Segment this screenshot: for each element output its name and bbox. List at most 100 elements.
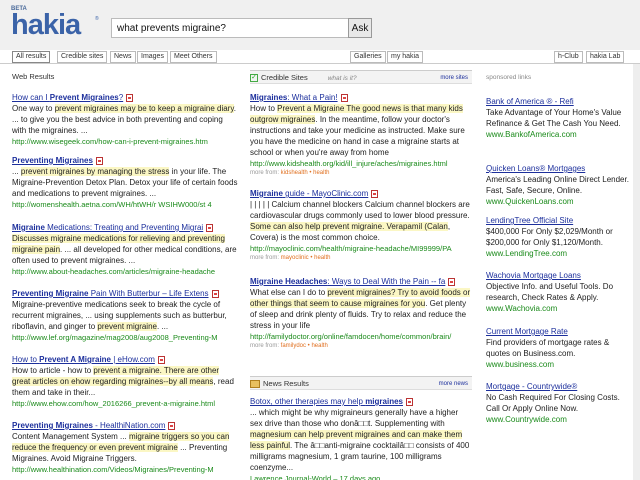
result-snippet: How to Prevent a Migraine The good news … [250,104,465,157]
more-news-link[interactable]: more news [439,377,468,389]
result-snippet: | | | | | Calcium channel blockers Calci… [250,200,470,242]
result-title-link[interactable]: Migraines: What a Pain! [250,92,472,103]
result-title-link[interactable]: Migraine Headaches: Ways to Deal With th… [250,276,472,287]
ad-text: Objective Info. and Useful Tools. Do res… [486,282,614,302]
more-from-site-link[interactable]: mayoclinic • health [281,255,331,261]
result-item: Botox, other therapies may help migraine… [250,396,472,480]
search-input[interactable] [111,18,349,38]
result-item: Preventing Migraines - HealthiNation.com… [12,420,238,475]
result-snippet: What else can I do to prevent migraines?… [250,288,471,330]
tab-news[interactable]: News [110,51,136,63]
ask-button[interactable]: Ask [348,18,372,38]
tab-galleries[interactable]: Galleries [350,51,386,63]
tab-all-results[interactable]: All results [12,51,51,63]
result-item: How to Prevent A Migraine | eHow.com How … [12,354,238,409]
ad-url[interactable]: www.Wachovia.com [486,303,630,314]
result-url[interactable]: http://mayoclinic.com/health/migraine-he… [250,243,472,254]
ad-title-link[interactable]: Mortgage - Countrywide® [486,381,630,392]
ad-url[interactable]: www.LendingTree.com [486,248,630,259]
preview-icon[interactable] [405,397,413,406]
result-title-link[interactable]: Migraine guide - MayoClinic.com [250,188,472,199]
result-item: Migraine guide - MayoClinic.com | | | | |… [250,188,472,263]
result-item: Preventing Migraines... prevent migraine… [12,155,238,210]
result-title-link[interactable]: Preventing Migraines - HealthiNation.com [12,420,238,431]
tab-images[interactable]: Images [137,51,168,63]
sponsored-links-label: sponsored links [486,74,532,81]
result-item: How can I Prevent Migraines? One way to p… [12,92,238,147]
preview-icon[interactable] [157,355,165,364]
credible-sites-heading: Credible Sites [261,73,308,82]
result-url[interactable]: http://www.ehow.com/how_2016266_prevent-… [12,398,238,409]
ad-url[interactable]: www.QuickenLoans.com [486,196,630,207]
result-title-link[interactable]: Botox, other therapies may help migraine… [250,396,472,407]
result-url[interactable]: Lawrence Journal-World – 17 days ago [250,473,472,480]
result-title-link[interactable]: How to Prevent A Migraine | eHow.com [12,354,238,365]
result-title-link[interactable]: Migraine Medications: Treating and Preve… [12,222,238,233]
credible-sites-header: ✓ Credible Sites what is it? more sites [250,70,472,84]
result-snippet: ... prevent migraines by managing the st… [12,167,238,198]
preview-icon[interactable] [211,289,219,298]
ad-title-link[interactable]: LendingTree Official Site [486,215,630,226]
tab-h-club[interactable]: h-Club [554,51,583,63]
result-url[interactable]: http://womenshealth.aetna.com/WH/htWH/r … [12,199,238,210]
result-url[interactable]: http://www.lef.org/magazine/mag2008/aug2… [12,332,238,343]
sponsored-ad: Current Mortgage Rate Find providers of m… [486,326,630,370]
result-url[interactable]: http://www.healthination.com/Videos/Migr… [12,464,238,475]
sponsored-ad: Mortgage - Countrywide® No Cash Required … [486,381,630,425]
what-is-it-link[interactable]: what is it? [328,75,357,82]
news-results-header: News Results more news [250,376,472,390]
ad-text: $400,000 For Only $2,029/Month or $200,0… [486,227,613,247]
ad-url[interactable]: www.business.com [486,359,630,370]
tab-credible-sites[interactable]: Credible sites [57,51,108,63]
tab-hakia-lab[interactable]: hakia Lab [586,51,625,63]
preview-icon[interactable] [371,189,379,198]
header-bar: BETA hakia ® Ask [0,0,640,50]
preview-icon[interactable] [448,277,456,286]
ad-url[interactable]: www.Countrywide.com [486,414,630,425]
hakia-logo[interactable]: BETA hakia ® [11,6,101,42]
results-tabs: All results Credible sites News Images M… [0,50,640,64]
result-url[interactable]: http://familydoctor.org/online/famdocen/… [250,331,472,342]
check-icon: ✓ [250,74,258,83]
sponsored-ad: Bank of America ® - Refi Take Advantage o… [486,96,630,140]
result-snippet: How to article - how to prevent a migrai… [12,366,234,397]
sponsored-ad: LendingTree Official Site $400,000 For On… [486,215,630,259]
more-from: more from: familydoc • health [250,343,328,349]
result-url[interactable]: http://www.kidshealth.org/kid/ill_injure… [250,158,472,169]
tab-my-hakia[interactable]: my hakia [387,51,424,63]
result-url[interactable]: http://www.about-headaches.com/articles/… [12,266,238,277]
results-area: Web Results How can I Prevent Migraines?… [0,64,640,480]
news-icon [250,380,260,389]
ad-text: No Cash Required For Closing Costs. Call… [486,393,620,413]
more-from-site-link[interactable]: familydoc • health [281,343,328,349]
ad-text: Take Advantage of Your Home's Value Refi… [486,108,622,128]
tab-meet-others[interactable]: Meet Others [170,51,217,63]
web-results-heading: Web Results [12,72,55,81]
more-from-site-link[interactable]: kidshealth • health [281,170,330,176]
ad-title-link[interactable]: Wachovia Mortgage Loans [486,270,630,281]
preview-icon[interactable] [168,421,176,430]
preview-icon[interactable] [126,93,134,102]
ad-title-link[interactable]: Quicken Loans® Mortgages [486,163,630,174]
result-url[interactable]: http://www.wisegeek.com/how-can-i-preven… [12,136,238,147]
preview-icon[interactable] [206,223,214,232]
preview-icon[interactable] [340,93,348,102]
result-title-link[interactable]: How can I Prevent Migraines? [12,92,238,103]
result-item: Migraine Medications: Treating and Preve… [12,222,238,277]
logo-text: hakia [11,9,81,41]
result-item: Migraines: What a Pain! How to Prevent a … [250,92,472,178]
result-snippet: ... which might be why migraineurs gener… [250,408,470,472]
result-title-link[interactable]: Preventing Migraines [12,155,238,166]
scrollbar[interactable] [633,64,640,480]
ad-text: America's Leading Online Direct Lender. … [486,175,629,195]
ad-title-link[interactable]: Current Mortgage Rate [486,326,630,337]
result-title-link[interactable]: Preventing Migraine Pain With Butterbur … [12,288,238,299]
more-sites-link[interactable]: more sites [440,71,468,83]
result-snippet: Content Management System ... migraine t… [12,432,230,463]
preview-icon[interactable] [95,156,103,165]
more-from: more from: kidshealth • health [250,170,330,176]
news-results-heading: News Results [263,379,309,388]
more-from: more from: mayoclinic • health [250,255,331,261]
ad-url[interactable]: www.BankofAmerica.com [486,129,630,140]
ad-title-link[interactable]: Bank of America ® - Refi [486,96,630,107]
